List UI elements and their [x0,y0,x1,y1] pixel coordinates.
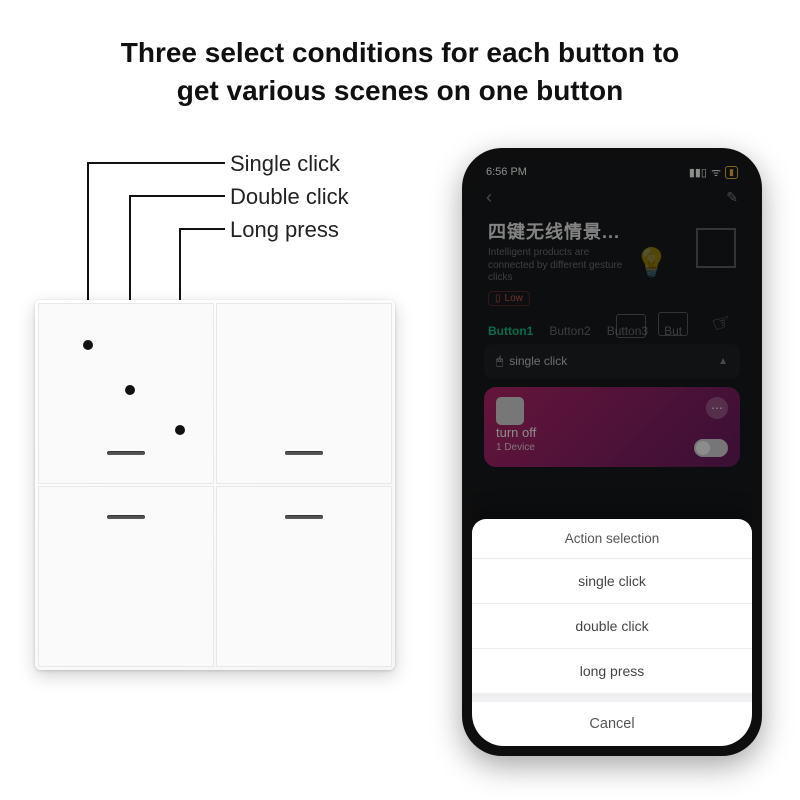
switch-key-3[interactable] [38,486,214,667]
sheet-cancel[interactable]: Cancel [472,702,752,746]
callout-dot-double [125,385,135,395]
action-sheet: Action selection single click double cli… [472,519,752,746]
callout-long-press: Long press [230,217,339,243]
headline-line1: Three select conditions for each button … [121,37,680,68]
sheet-option-long[interactable]: long press [472,649,752,694]
key-slot-icon [285,451,323,455]
headline-line2: get various scenes on one button [177,75,624,106]
key-slot-icon [285,515,323,519]
callout-single-click: Single click [230,151,340,177]
callout-dot-single [83,340,93,350]
page-headline: Three select conditions for each button … [0,34,800,110]
phone-frame: 6:56 PM ▮▮▯ ᯤ ▮ ‹ ✎ 四键无线情景... Intelligen… [462,148,762,756]
sheet-option-double[interactable]: double click [472,604,752,649]
key-slot-icon [107,515,145,519]
callout-double-click: Double click [230,184,349,210]
sheet-gap [472,694,752,702]
phone-screen: 6:56 PM ▮▮▯ ᯤ ▮ ‹ ✎ 四键无线情景... Intelligen… [472,158,752,746]
switch-panel [35,300,395,670]
switch-key-2[interactable] [216,303,392,484]
switch-key-4[interactable] [216,486,392,667]
key-slot-icon [107,451,145,455]
sheet-title: Action selection [472,519,752,559]
sheet-option-single[interactable]: single click [472,559,752,604]
callout-dot-long [175,425,185,435]
